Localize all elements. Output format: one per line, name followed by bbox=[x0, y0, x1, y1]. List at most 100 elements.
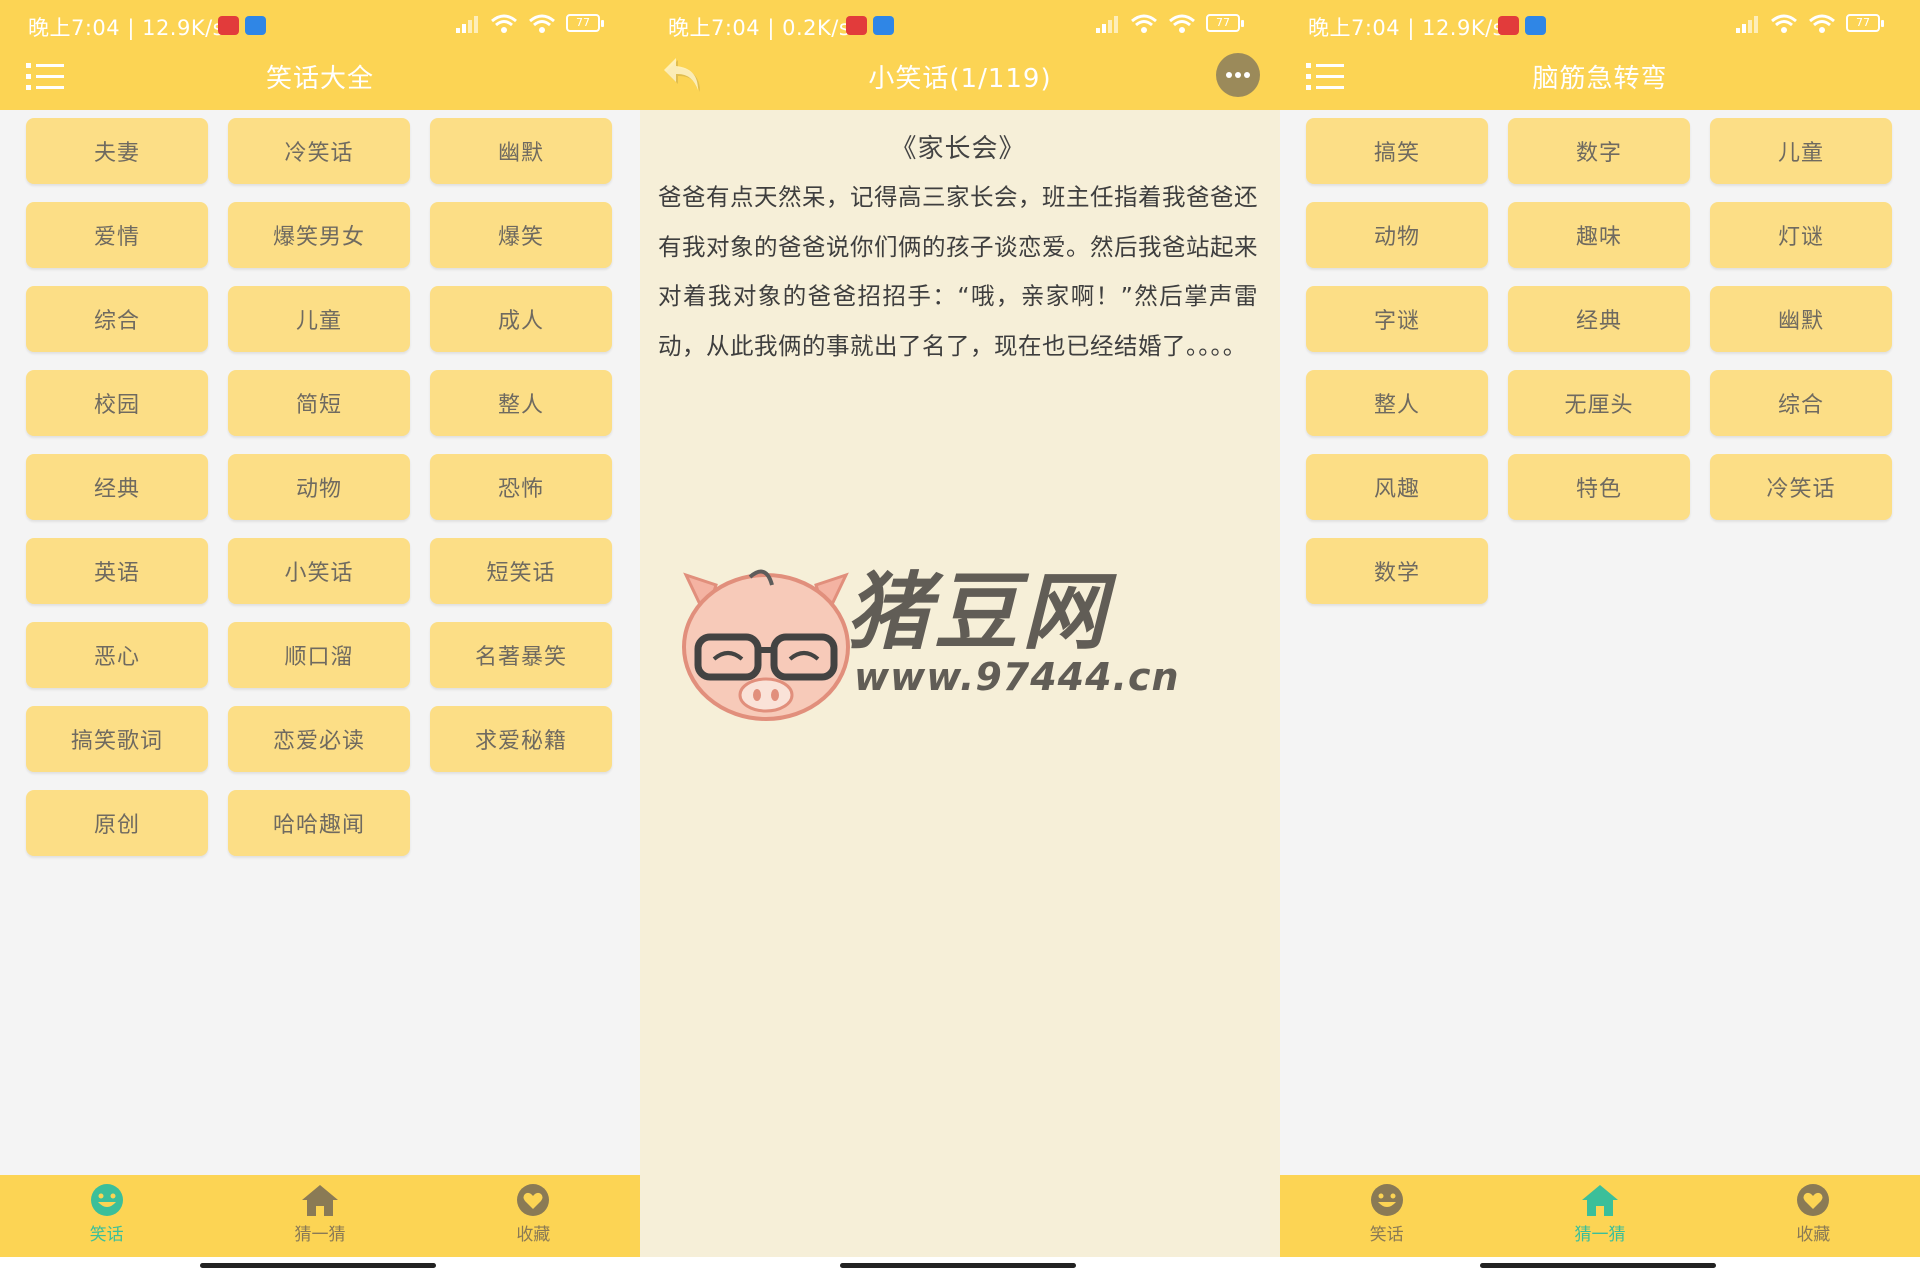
app-header: 笑话大全 bbox=[0, 48, 640, 110]
watermark-url: www.97444.cn bbox=[854, 655, 1180, 699]
nav-tab-jokes[interactable]: 笑话 bbox=[0, 1175, 213, 1257]
category-button[interactable]: 风趣 bbox=[1306, 454, 1488, 520]
category-button[interactable]: 顺口溜 bbox=[228, 622, 410, 688]
page-title: 小笑话(1/119) bbox=[868, 64, 1052, 94]
category-button[interactable]: 整人 bbox=[1306, 370, 1488, 436]
wifi-icon bbox=[1809, 14, 1835, 33]
app-notification-icon bbox=[218, 16, 239, 35]
status-indicators: 77 bbox=[1734, 13, 1886, 35]
watermark-text: 猪豆网 bbox=[846, 563, 1111, 661]
category-button[interactable]: 整人 bbox=[430, 370, 612, 436]
category-button[interactable]: 动物 bbox=[228, 454, 410, 520]
signal-icon bbox=[1736, 16, 1758, 33]
gesture-area bbox=[0, 1257, 640, 1279]
category-button[interactable]: 恶心 bbox=[26, 622, 208, 688]
category-button[interactable]: 英语 bbox=[26, 538, 208, 604]
riddles-home-screen: 晚上7:04 | 12.9K/s 77 脑筋急转弯 搞笑 数字 儿童 动物 趣味 灯谜字 bbox=[1280, 0, 1920, 1279]
heart-icon bbox=[517, 1184, 550, 1216]
status-time-speed: 晚上7:04 | 12.9K/s bbox=[1308, 16, 1505, 40]
category-button[interactable]: 经典 bbox=[1508, 286, 1690, 352]
joke-body: 爸爸有点天然呆，记得高三家长会，班主任指着我爸爸还有我对象的爸爸说你们俩的孩子谈… bbox=[658, 183, 1258, 360]
category-button[interactable]: 校园 bbox=[26, 370, 208, 436]
nav-tab-favorites[interactable]: 收藏 bbox=[1707, 1175, 1920, 1257]
page-title: 笑话大全 bbox=[265, 64, 374, 94]
signal-icon bbox=[456, 16, 478, 33]
app-notification-icon bbox=[846, 16, 867, 35]
wifi-icon bbox=[1169, 14, 1195, 33]
category-button[interactable]: 夫妻 bbox=[26, 118, 208, 184]
category-button[interactable]: 爆笑男女 bbox=[228, 202, 410, 268]
category-button[interactable]: 灯谜 bbox=[1710, 202, 1892, 268]
category-button[interactable]: 冷笑话 bbox=[228, 118, 410, 184]
category-button[interactable]: 搞笑 bbox=[1306, 118, 1488, 184]
category-button[interactable]: 经典 bbox=[26, 454, 208, 520]
category-button[interactable]: 哈哈趣闻 bbox=[228, 790, 410, 856]
status-time-speed: 晚上7:04 | 12.9K/s bbox=[28, 16, 225, 40]
category-button[interactable]: 名著暴笑 bbox=[430, 622, 612, 688]
category-button[interactable]: 求爱秘籍 bbox=[430, 706, 612, 772]
category-button[interactable]: 成人 bbox=[430, 286, 612, 352]
category-button[interactable]: 综合 bbox=[1710, 370, 1892, 436]
category-button[interactable]: 趣味 bbox=[1508, 202, 1690, 268]
category-button[interactable]: 幽默 bbox=[1710, 286, 1892, 352]
nav-label: 笑话 bbox=[1369, 1225, 1404, 1245]
nav-label: 收藏 bbox=[1796, 1225, 1831, 1245]
app-header: 脑筋急转弯 bbox=[1280, 48, 1920, 110]
nav-tab-guess[interactable]: 猜一猜 bbox=[1493, 1175, 1706, 1257]
app-notification-icon bbox=[873, 16, 894, 35]
nav-tab-jokes[interactable]: 笑话 bbox=[1280, 1175, 1493, 1257]
category-button[interactable]: 原创 bbox=[26, 790, 208, 856]
category-button[interactable]: 爆笑 bbox=[430, 202, 612, 268]
category-button[interactable]: 字谜 bbox=[1306, 286, 1488, 352]
notification-icons bbox=[846, 16, 894, 35]
battery-icon: 77 bbox=[1206, 14, 1246, 34]
category-button[interactable]: 搞笑歌词 bbox=[26, 706, 208, 772]
bottom-navigation: 笑话 猜一猜 收藏 bbox=[0, 1175, 640, 1257]
heart-icon bbox=[1797, 1184, 1830, 1216]
category-button[interactable]: 恋爱必读 bbox=[228, 706, 410, 772]
home-indicator[interactable] bbox=[840, 1263, 1076, 1268]
category-button[interactable]: 爱情 bbox=[26, 202, 208, 268]
battery-icon: 77 bbox=[566, 14, 606, 34]
battery-icon: 77 bbox=[1846, 14, 1886, 34]
category-button[interactable]: 短笑话 bbox=[430, 538, 612, 604]
bottom-navigation: 笑话 猜一猜 收藏 bbox=[1280, 1175, 1920, 1257]
status-bar: 晚上7:04 | 12.9K/s 77 bbox=[1280, 0, 1920, 48]
site-watermark: 猪豆网 www.97444.cn bbox=[676, 545, 1236, 735]
category-button[interactable]: 数学 bbox=[1306, 538, 1488, 604]
app-notification-icon bbox=[1498, 16, 1519, 35]
category-button[interactable]: 儿童 bbox=[228, 286, 410, 352]
nav-label: 收藏 bbox=[516, 1225, 551, 1245]
category-button[interactable]: 儿童 bbox=[1710, 118, 1892, 184]
nav-tab-favorites[interactable]: 收藏 bbox=[427, 1175, 640, 1257]
category-button[interactable]: 冷笑话 bbox=[1710, 454, 1892, 520]
app-notification-icon bbox=[1525, 16, 1546, 35]
nav-label: 笑话 bbox=[89, 1225, 124, 1245]
category-button[interactable]: 幽默 bbox=[430, 118, 612, 184]
home-indicator[interactable] bbox=[200, 1263, 436, 1268]
battery-level: 77 bbox=[1856, 16, 1870, 29]
jokes-home-screen: 晚上7:04 | 12.9K/s 77 笑话大全 夫妻 冷笑话 幽默 爱情 爆笑男女爆 bbox=[0, 0, 640, 1279]
category-grid: 夫妻 冷笑话 幽默爱情 爆笑男女 爆笑综合 儿童 成人校园 简短 整人经典 动物 恐怖英语 小笑话 短笑… bbox=[26, 118, 616, 856]
home-indicator[interactable] bbox=[1480, 1263, 1716, 1268]
nav-label: 猜一猜 bbox=[294, 1225, 346, 1245]
category-button[interactable]: 简短 bbox=[228, 370, 410, 436]
joke-content: 《家长会》 爸爸有点天然呆，记得高三家长会，班主任指着我爸爸还有我对象的爸爸说你… bbox=[658, 128, 1258, 371]
category-button[interactable]: 综合 bbox=[26, 286, 208, 352]
gesture-area bbox=[1280, 1257, 1920, 1279]
smiley-face-icon bbox=[1370, 1184, 1403, 1216]
home-icon bbox=[301, 1185, 338, 1216]
more-button[interactable] bbox=[1216, 53, 1260, 97]
category-button[interactable]: 小笑话 bbox=[228, 538, 410, 604]
wifi-icon bbox=[1131, 14, 1157, 33]
category-button[interactable]: 数字 bbox=[1508, 118, 1690, 184]
category-button[interactable]: 恐怖 bbox=[430, 454, 612, 520]
page-title: 脑筋急转弯 bbox=[1532, 64, 1668, 94]
home-icon bbox=[1581, 1185, 1618, 1216]
nav-tab-guess[interactable]: 猜一猜 bbox=[213, 1175, 426, 1257]
category-button[interactable]: 动物 bbox=[1306, 202, 1488, 268]
status-indicators: 77 bbox=[1094, 13, 1246, 35]
category-button[interactable]: 无厘头 bbox=[1508, 370, 1690, 436]
status-time-speed: 晚上7:04 | 0.2K/s bbox=[668, 16, 851, 40]
category-button[interactable]: 特色 bbox=[1508, 454, 1690, 520]
